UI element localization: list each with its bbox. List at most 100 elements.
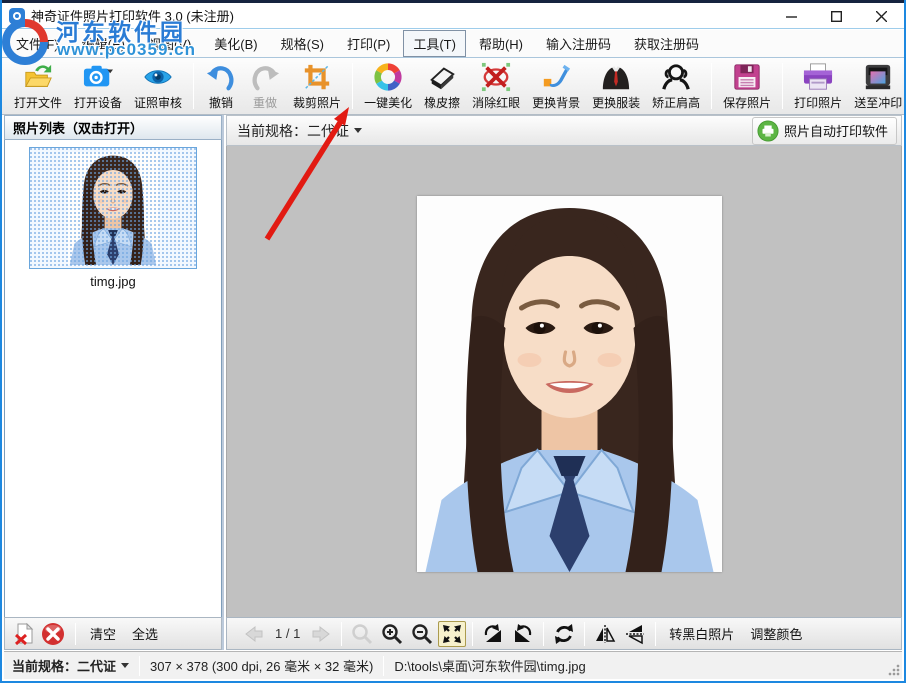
prev-photo-button[interactable] (240, 621, 268, 647)
flip-vertical-button[interactable] (621, 621, 649, 647)
zoom-tool-button[interactable] (348, 621, 376, 647)
photo-canvas[interactable] (226, 146, 902, 617)
toolbar-separator (711, 63, 712, 109)
rotate-right-icon (512, 623, 534, 645)
viewer-separator (655, 622, 656, 646)
status-spec-dropdown[interactable]: 当前规格：二代证 (12, 656, 129, 675)
undo-icon (205, 61, 237, 93)
print-photo-button[interactable]: 打印照片 (789, 59, 847, 113)
photo-preview[interactable] (417, 196, 722, 572)
flip-vertical-icon (624, 623, 646, 645)
open-device-button[interactable]: 打开设备 (69, 59, 127, 113)
menu-edit[interactable]: 编辑(E) (72, 30, 135, 57)
camera-device-icon (82, 61, 114, 93)
change-background-button[interactable]: 更换背景 (527, 59, 585, 113)
save-photo-button[interactable]: 保存照片 (718, 59, 776, 113)
viewer-toolbar: 1 / 1 (226, 617, 902, 650)
main-panel: 当前规格：二代证 照片自动打印软件 (226, 115, 902, 650)
close-icon (876, 11, 887, 22)
flip-horizontal-icon (594, 623, 616, 645)
eye-review-icon (142, 61, 174, 93)
printer-icon (802, 61, 834, 93)
shoulders-icon (660, 61, 692, 93)
correct-shoulders-button[interactable]: 矫正肩高 (647, 59, 705, 113)
clear-list-button[interactable]: 清空 (82, 621, 124, 646)
chevron-down-icon (121, 663, 129, 668)
fit-screen-icon (441, 623, 463, 645)
resize-grip[interactable] (888, 664, 900, 676)
next-photo-button[interactable] (307, 621, 335, 647)
magnifier-icon (351, 623, 373, 645)
menu-get-regcode[interactable]: 获取注册码 (624, 30, 709, 57)
rotate-left-button[interactable] (479, 621, 507, 647)
crop-icon (301, 61, 333, 93)
content-area: 照片列表（双击打开） timg.jpg (4, 115, 902, 650)
zoom-out-button[interactable] (408, 621, 436, 647)
menu-enter-regcode[interactable]: 输入注册码 (536, 30, 621, 57)
menu-bar: 文件(F) 编辑(E) 视图(V) 美化(B) 规格(S) 打印(P) 工具(T… (2, 30, 904, 58)
select-all-button[interactable]: 全选 (124, 621, 166, 646)
close-button[interactable] (859, 3, 904, 29)
window-controls (769, 3, 904, 29)
redo-button[interactable]: 重做 (244, 59, 286, 113)
image-info: 307 × 378 (300 dpi, 26 毫米 × 32 毫米) (150, 656, 373, 675)
viewer-separator (543, 622, 544, 646)
auto-print-button[interactable]: 照片自动打印软件 (752, 117, 897, 145)
open-file-button[interactable]: 打开文件 (9, 59, 67, 113)
photo-list-footer: 清空 全选 (4, 617, 222, 650)
app-window: 神奇证件照片打印软件 3.0 (未注册) 文件(F) 编辑(E) 视图(V) 美… (0, 0, 906, 683)
change-clothes-button[interactable]: 更换服装 (587, 59, 645, 113)
eraser-button[interactable]: 橡皮擦 (419, 59, 465, 113)
open-file-icon (22, 61, 54, 93)
to-black-white-button[interactable]: 转黑白照片 (661, 621, 742, 646)
background-brush-icon (540, 61, 572, 93)
remove-red-eye-button[interactable]: 消除红眼 (467, 59, 525, 113)
photo-review-button[interactable]: 证照审核 (129, 59, 187, 113)
rotate-180-button[interactable] (550, 621, 578, 647)
undo-button[interactable]: 撤销 (200, 59, 242, 113)
portrait-photo (417, 196, 722, 572)
rotate-right-button[interactable] (509, 621, 537, 647)
menu-spec[interactable]: 规格(S) (271, 30, 334, 57)
app-icon (9, 8, 25, 24)
delete-photo-button[interactable] (11, 621, 37, 647)
flip-horizontal-button[interactable] (591, 621, 619, 647)
menu-beautify[interactable]: 美化(B) (204, 30, 267, 57)
file-path: D:\tools\桌面\河东软件园\timg.jpg (394, 656, 585, 675)
viewer-separator (341, 622, 342, 646)
arrow-right-icon (310, 623, 332, 645)
maximize-button[interactable] (814, 3, 859, 29)
main-header: 当前规格：二代证 照片自动打印软件 (226, 115, 902, 146)
remove-all-button[interactable] (40, 621, 66, 647)
chevron-down-icon (354, 128, 362, 133)
adjust-color-button[interactable]: 调整颜色 (742, 621, 810, 646)
viewer-separator (584, 622, 585, 646)
title-bar: 神奇证件照片打印软件 3.0 (未注册) (2, 3, 904, 29)
delete-file-icon (13, 623, 35, 645)
photo-thumbnail-selected[interactable] (29, 147, 197, 269)
photo-list-panel: 照片列表（双击打开） timg.jpg (4, 115, 224, 650)
one-click-beautify-button[interactable]: 一键美化 (359, 59, 417, 113)
send-to-print-button[interactable]: 送至冲印 (849, 59, 906, 113)
photo-list-header: 照片列表（双击打开） (4, 115, 222, 140)
menu-view[interactable]: 视图(V) (138, 30, 201, 57)
maximize-icon (831, 11, 842, 22)
menu-tools[interactable]: 工具(T) (403, 30, 466, 57)
fit-to-window-button[interactable] (438, 621, 466, 647)
red-eye-icon (480, 61, 512, 93)
minimize-button[interactable] (769, 3, 814, 29)
list-item[interactable]: timg.jpg (29, 147, 197, 289)
crop-photo-button[interactable]: 裁剪照片 (288, 59, 346, 113)
suit-icon (600, 61, 632, 93)
current-spec-label[interactable]: 当前规格：二代证 (237, 121, 349, 141)
toolbar-separator (352, 63, 353, 109)
green-printer-icon (757, 120, 779, 142)
photo-list[interactable]: timg.jpg (4, 140, 222, 617)
menu-file[interactable]: 文件(F) (6, 30, 69, 57)
footer-separator (75, 623, 76, 645)
zoom-in-button[interactable] (378, 621, 406, 647)
menu-print[interactable]: 打印(P) (337, 30, 400, 57)
refresh-icon (553, 623, 575, 645)
redo-icon (249, 61, 281, 93)
menu-help[interactable]: 帮助(H) (469, 30, 533, 57)
